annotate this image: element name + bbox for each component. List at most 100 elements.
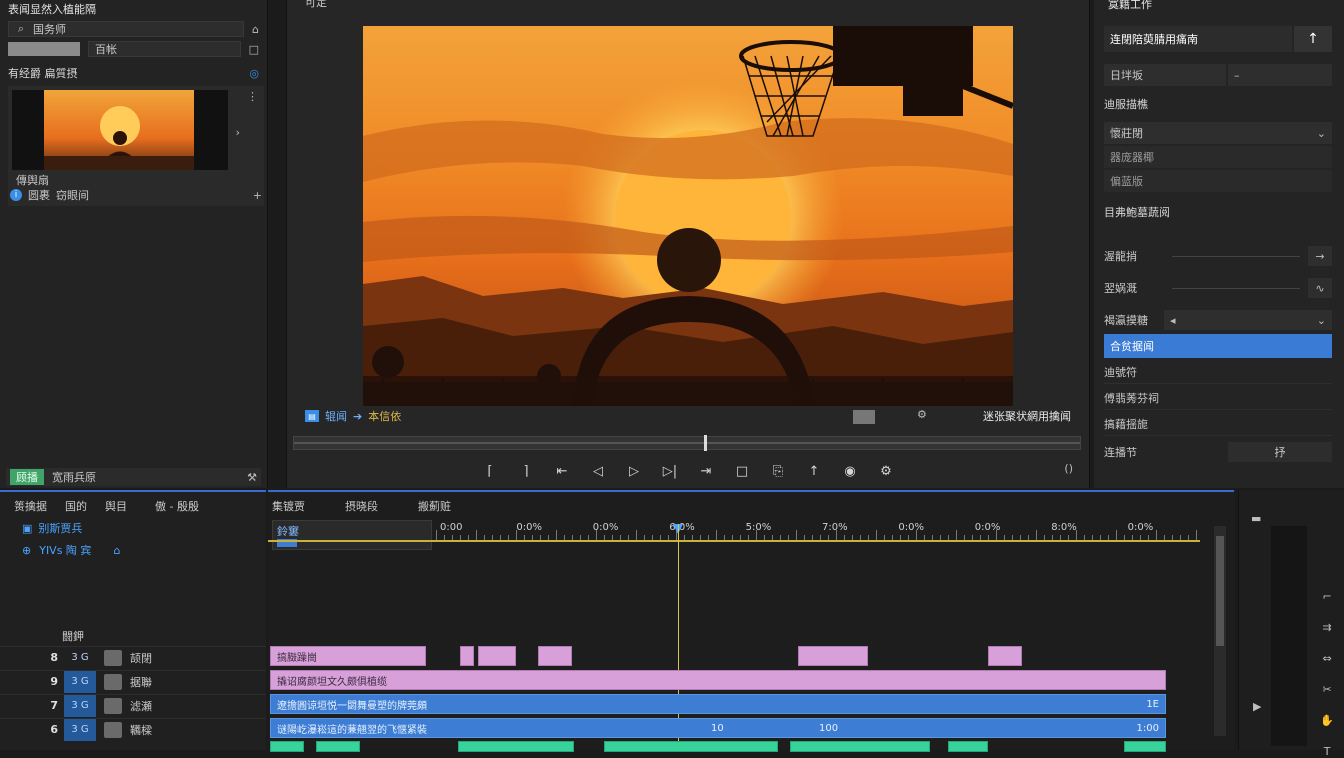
- audio-clip[interactable]: [948, 741, 988, 752]
- project-search-row[interactable]: ⌕ 国务师 ⌂: [8, 20, 259, 38]
- track-lock[interactable]: 3 G: [64, 647, 96, 669]
- selection-tool-icon[interactable]: ⌐: [1320, 590, 1334, 603]
- audio-clip[interactable]: [790, 741, 930, 752]
- eye-icon[interactable]: [104, 673, 122, 690]
- camera-icon[interactable]: ◉: [841, 462, 859, 480]
- track-v4[interactable]: 8 3 G 颉閉: [0, 646, 266, 668]
- play-small-icon[interactable]: ▶: [1253, 700, 1261, 713]
- step-back-icon[interactable]: ◁: [589, 462, 607, 480]
- audio-clip[interactable]: [604, 741, 778, 752]
- chevron-right-icon[interactable]: ›: [236, 126, 240, 139]
- eye-icon[interactable]: [104, 721, 122, 738]
- clip[interactable]: [538, 646, 572, 666]
- clip[interactable]: 遼擔圓谅垣悦一閟舞曼塑的牌莞頗 1E: [270, 694, 1166, 714]
- lock-icon[interactable]: ⌂: [252, 23, 259, 36]
- mark-out-icon[interactable]: ⌉: [517, 462, 535, 480]
- time-ruler[interactable]: 0:00 0:0% 0:0% 6:0% 5:0% 7:0% 0:0% 0:0% 8:0% 0:0%: [268, 520, 1200, 542]
- track-lock[interactable]: 3 G: [64, 670, 96, 693]
- clip-card[interactable]: ⋮ › 傳舆扇 i 圆裹 窃眼间 +: [8, 86, 264, 206]
- item-3[interactable]: 搞藉揺旎: [1104, 412, 1332, 436]
- video-frame[interactable]: [363, 26, 1013, 406]
- mark-in-icon[interactable]: ⌈: [481, 462, 499, 480]
- wave-icon[interactable]: ∿: [1308, 278, 1332, 298]
- dropdown-1[interactable]: 懷莊閉 ⌄: [1104, 122, 1332, 144]
- eye-icon[interactable]: [104, 697, 122, 714]
- col-3-header[interactable]: 舆目: [105, 498, 127, 514]
- track-lock[interactable]: 3 G: [64, 694, 96, 717]
- monitor-scrubber[interactable]: [293, 435, 1081, 451]
- clip-thumbnail[interactable]: [12, 90, 228, 170]
- selected-item[interactable]: 合贫据闻: [1104, 334, 1332, 358]
- eye-icon[interactable]: [104, 649, 122, 666]
- step-forward-icon[interactable]: ▷|: [661, 462, 679, 480]
- refresh-icon[interactable]: ◎: [249, 67, 259, 80]
- timeline-scrollbar[interactable]: [1214, 526, 1226, 736]
- track-v2[interactable]: 7 3 G 滤瀬: [0, 694, 266, 717]
- search-field[interactable]: ⌕ 国务师: [8, 21, 245, 37]
- audio-clip[interactable]: [1124, 741, 1166, 752]
- track-v1[interactable]: 6 3 G 韉樑: [0, 718, 266, 741]
- upload-button[interactable]: ↑: [1294, 26, 1332, 52]
- properties-title-box[interactable]: 连閉陪萸腈用痛南: [1104, 26, 1292, 52]
- audio-clip[interactable]: [270, 741, 304, 752]
- arrow-right-icon[interactable]: →: [1308, 246, 1332, 266]
- col-4-header[interactable]: 傲 - 殷殷: [155, 498, 199, 514]
- mode-label[interactable]: 辊闻: [325, 408, 347, 424]
- tab-secondary[interactable]: 宽雨兵原: [52, 469, 96, 485]
- timeline-tab-3[interactable]: 搬薊赃: [418, 498, 451, 514]
- fit-dropdown[interactable]: [853, 410, 875, 424]
- properties-field[interactable]: 日坢坂: [1104, 64, 1226, 86]
- sequence-row[interactable]: ▣ 别斯贾兵: [22, 520, 82, 536]
- settings-icon[interactable]: ⚙: [877, 462, 895, 480]
- track-lock[interactable]: 3 G: [64, 718, 96, 741]
- param-1-slider[interactable]: [1172, 255, 1300, 257]
- bin-field[interactable]: 百帐: [88, 41, 241, 57]
- clip[interactable]: [988, 646, 1022, 666]
- snap-icon[interactable]: ⊕: [22, 544, 31, 557]
- param-3-dropdown[interactable]: ◂ ⌄: [1164, 310, 1332, 330]
- play-icon[interactable]: ▷: [625, 462, 643, 480]
- tab-media[interactable]: 顾播: [10, 469, 44, 485]
- clip[interactable]: [478, 646, 516, 666]
- info-icon[interactable]: i: [10, 189, 22, 201]
- properties-field-value[interactable]: –: [1228, 64, 1332, 86]
- col-1-header[interactable]: 篑擒据: [14, 498, 47, 514]
- type-tool-icon[interactable]: T: [1320, 745, 1334, 758]
- scrubber-handle[interactable]: [704, 435, 707, 451]
- col-2-header[interactable]: 国的: [65, 498, 87, 514]
- loop-icon[interactable]: □: [733, 462, 751, 480]
- marker-icon[interactable]: ⌂: [113, 544, 120, 557]
- lift-icon[interactable]: ↑: [805, 462, 823, 480]
- option-2[interactable]: 偏蓝版: [1104, 170, 1332, 192]
- hand-tool-icon[interactable]: ✋: [1320, 714, 1334, 727]
- go-to-out-icon[interactable]: ⇥: [697, 462, 715, 480]
- go-to-in-icon[interactable]: ⇤: [553, 462, 571, 480]
- audio-clip[interactable]: [458, 741, 574, 752]
- ripple-tool-icon[interactable]: ⇔: [1320, 652, 1334, 665]
- razor-tool-icon[interactable]: ✂: [1320, 683, 1334, 696]
- clip[interactable]: 谜陽屹瀑崧這的蒹翹翌的飞惬紧裝 10 100 1:00: [270, 718, 1166, 738]
- add-icon[interactable]: +: [253, 189, 262, 202]
- param-2-slider[interactable]: [1172, 287, 1300, 289]
- film-icon[interactable]: ▤: [305, 410, 319, 422]
- toggles-label[interactable]: YIVs 陶 宾: [39, 542, 91, 558]
- square-icon[interactable]: □: [249, 43, 259, 56]
- add-button-icon[interactable]: (): [1064, 462, 1073, 475]
- track-v3[interactable]: 9 3 G 据聯: [0, 670, 266, 693]
- option-1[interactable]: 器庞器椰: [1104, 146, 1332, 168]
- more-icon[interactable]: ⋮: [247, 90, 258, 103]
- item-4[interactable]: 连播节 抒: [1104, 440, 1332, 464]
- clip[interactable]: 搞臌躁崗: [270, 646, 426, 666]
- wrench-settings-icon[interactable]: ⚙: [917, 408, 927, 421]
- item-1[interactable]: 迪號符: [1104, 360, 1332, 384]
- wrench-icon[interactable]: ⚒: [247, 471, 257, 484]
- timeline-tab-2[interactable]: 摂晓段: [345, 498, 378, 514]
- scrollbar-thumb[interactable]: [1216, 536, 1224, 646]
- timeline-tab-1[interactable]: 集镀贾: [272, 498, 305, 514]
- track-select-icon[interactable]: ⇉: [1320, 621, 1334, 634]
- export-frame-icon[interactable]: ⎘: [769, 462, 787, 480]
- color-swatch[interactable]: [8, 42, 80, 56]
- clip[interactable]: 撬诏腐颜坦文久颇俱植缆: [270, 670, 1166, 690]
- clip[interactable]: [460, 646, 474, 666]
- audio-clip[interactable]: [316, 741, 360, 752]
